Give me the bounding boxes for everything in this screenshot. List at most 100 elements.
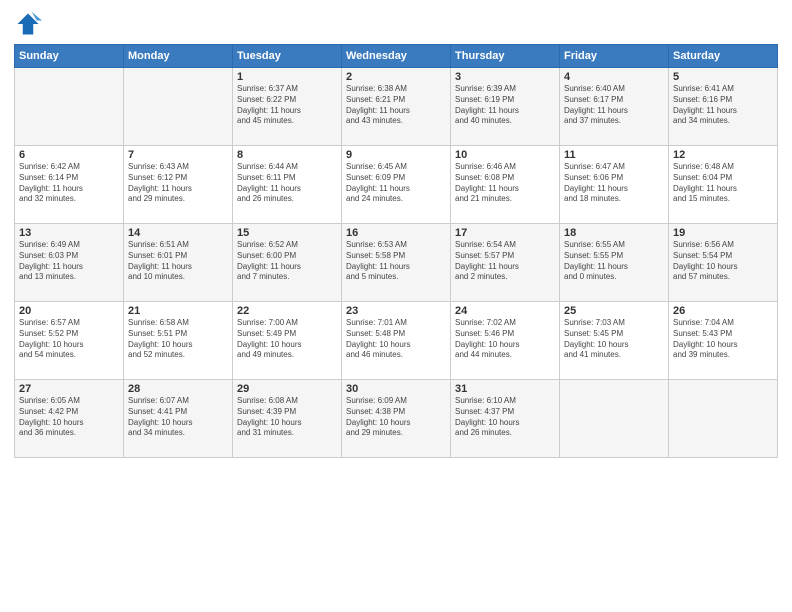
day-info: Sunrise: 6:38 AM Sunset: 6:21 PM Dayligh… <box>346 84 446 127</box>
calendar-cell: 7Sunrise: 6:43 AM Sunset: 6:12 PM Daylig… <box>124 146 233 224</box>
weekday-header-thursday: Thursday <box>451 45 560 68</box>
calendar-cell: 15Sunrise: 6:52 AM Sunset: 6:00 PM Dayli… <box>233 224 342 302</box>
calendar-cell: 17Sunrise: 6:54 AM Sunset: 5:57 PM Dayli… <box>451 224 560 302</box>
day-number: 29 <box>237 383 337 395</box>
day-number: 25 <box>564 305 664 317</box>
day-info: Sunrise: 6:09 AM Sunset: 4:38 PM Dayligh… <box>346 396 446 439</box>
day-info: Sunrise: 7:02 AM Sunset: 5:46 PM Dayligh… <box>455 318 555 361</box>
day-info: Sunrise: 6:58 AM Sunset: 5:51 PM Dayligh… <box>128 318 228 361</box>
day-info: Sunrise: 6:42 AM Sunset: 6:14 PM Dayligh… <box>19 162 119 205</box>
calendar-cell: 27Sunrise: 6:05 AM Sunset: 4:42 PM Dayli… <box>15 380 124 458</box>
day-number: 28 <box>128 383 228 395</box>
day-number: 20 <box>19 305 119 317</box>
day-number: 2 <box>346 71 446 83</box>
calendar-cell: 11Sunrise: 6:47 AM Sunset: 6:06 PM Dayli… <box>560 146 669 224</box>
calendar-cell: 30Sunrise: 6:09 AM Sunset: 4:38 PM Dayli… <box>342 380 451 458</box>
day-number: 21 <box>128 305 228 317</box>
calendar-cell: 1Sunrise: 6:37 AM Sunset: 6:22 PM Daylig… <box>233 68 342 146</box>
day-info: Sunrise: 6:57 AM Sunset: 5:52 PM Dayligh… <box>19 318 119 361</box>
day-number: 14 <box>128 227 228 239</box>
day-number: 19 <box>673 227 773 239</box>
calendar-cell <box>15 68 124 146</box>
weekday-header-saturday: Saturday <box>669 45 778 68</box>
day-number: 4 <box>564 71 664 83</box>
calendar-cell: 22Sunrise: 7:00 AM Sunset: 5:49 PM Dayli… <box>233 302 342 380</box>
day-info: Sunrise: 6:47 AM Sunset: 6:06 PM Dayligh… <box>564 162 664 205</box>
day-number: 31 <box>455 383 555 395</box>
header <box>14 10 778 38</box>
day-info: Sunrise: 6:43 AM Sunset: 6:12 PM Dayligh… <box>128 162 228 205</box>
day-info: Sunrise: 6:51 AM Sunset: 6:01 PM Dayligh… <box>128 240 228 283</box>
day-info: Sunrise: 6:53 AM Sunset: 5:58 PM Dayligh… <box>346 240 446 283</box>
day-info: Sunrise: 7:00 AM Sunset: 5:49 PM Dayligh… <box>237 318 337 361</box>
day-info: Sunrise: 6:56 AM Sunset: 5:54 PM Dayligh… <box>673 240 773 283</box>
weekday-header-tuesday: Tuesday <box>233 45 342 68</box>
day-info: Sunrise: 6:48 AM Sunset: 6:04 PM Dayligh… <box>673 162 773 205</box>
day-number: 5 <box>673 71 773 83</box>
week-row-4: 20Sunrise: 6:57 AM Sunset: 5:52 PM Dayli… <box>15 302 778 380</box>
calendar-cell: 19Sunrise: 6:56 AM Sunset: 5:54 PM Dayli… <box>669 224 778 302</box>
calendar-cell: 29Sunrise: 6:08 AM Sunset: 4:39 PM Dayli… <box>233 380 342 458</box>
calendar-cell: 2Sunrise: 6:38 AM Sunset: 6:21 PM Daylig… <box>342 68 451 146</box>
day-info: Sunrise: 6:41 AM Sunset: 6:16 PM Dayligh… <box>673 84 773 127</box>
calendar-cell: 20Sunrise: 6:57 AM Sunset: 5:52 PM Dayli… <box>15 302 124 380</box>
day-number: 26 <box>673 305 773 317</box>
day-number: 15 <box>237 227 337 239</box>
calendar-cell: 16Sunrise: 6:53 AM Sunset: 5:58 PM Dayli… <box>342 224 451 302</box>
day-number: 23 <box>346 305 446 317</box>
day-number: 22 <box>237 305 337 317</box>
calendar-cell <box>669 380 778 458</box>
week-row-2: 6Sunrise: 6:42 AM Sunset: 6:14 PM Daylig… <box>15 146 778 224</box>
day-info: Sunrise: 7:03 AM Sunset: 5:45 PM Dayligh… <box>564 318 664 361</box>
day-info: Sunrise: 6:40 AM Sunset: 6:17 PM Dayligh… <box>564 84 664 127</box>
day-info: Sunrise: 6:44 AM Sunset: 6:11 PM Dayligh… <box>237 162 337 205</box>
day-info: Sunrise: 6:54 AM Sunset: 5:57 PM Dayligh… <box>455 240 555 283</box>
day-number: 3 <box>455 71 555 83</box>
calendar-cell: 9Sunrise: 6:45 AM Sunset: 6:09 PM Daylig… <box>342 146 451 224</box>
weekday-header-row: SundayMondayTuesdayWednesdayThursdayFrid… <box>15 45 778 68</box>
calendar-cell: 25Sunrise: 7:03 AM Sunset: 5:45 PM Dayli… <box>560 302 669 380</box>
day-info: Sunrise: 7:04 AM Sunset: 5:43 PM Dayligh… <box>673 318 773 361</box>
calendar-cell <box>560 380 669 458</box>
calendar-cell: 5Sunrise: 6:41 AM Sunset: 6:16 PM Daylig… <box>669 68 778 146</box>
day-info: Sunrise: 6:55 AM Sunset: 5:55 PM Dayligh… <box>564 240 664 283</box>
calendar-cell: 6Sunrise: 6:42 AM Sunset: 6:14 PM Daylig… <box>15 146 124 224</box>
day-info: Sunrise: 6:05 AM Sunset: 4:42 PM Dayligh… <box>19 396 119 439</box>
calendar-cell <box>124 68 233 146</box>
calendar-cell: 12Sunrise: 6:48 AM Sunset: 6:04 PM Dayli… <box>669 146 778 224</box>
day-number: 8 <box>237 149 337 161</box>
day-info: Sunrise: 6:37 AM Sunset: 6:22 PM Dayligh… <box>237 84 337 127</box>
day-info: Sunrise: 6:49 AM Sunset: 6:03 PM Dayligh… <box>19 240 119 283</box>
day-number: 17 <box>455 227 555 239</box>
day-info: Sunrise: 6:52 AM Sunset: 6:00 PM Dayligh… <box>237 240 337 283</box>
weekday-header-friday: Friday <box>560 45 669 68</box>
day-number: 12 <box>673 149 773 161</box>
calendar-cell: 26Sunrise: 7:04 AM Sunset: 5:43 PM Dayli… <box>669 302 778 380</box>
day-number: 10 <box>455 149 555 161</box>
logo <box>14 10 46 38</box>
calendar-cell: 21Sunrise: 6:58 AM Sunset: 5:51 PM Dayli… <box>124 302 233 380</box>
week-row-5: 27Sunrise: 6:05 AM Sunset: 4:42 PM Dayli… <box>15 380 778 458</box>
day-number: 1 <box>237 71 337 83</box>
day-info: Sunrise: 6:46 AM Sunset: 6:08 PM Dayligh… <box>455 162 555 205</box>
calendar-cell: 13Sunrise: 6:49 AM Sunset: 6:03 PM Dayli… <box>15 224 124 302</box>
calendar-page: SundayMondayTuesdayWednesdayThursdayFrid… <box>0 0 792 612</box>
week-row-1: 1Sunrise: 6:37 AM Sunset: 6:22 PM Daylig… <box>15 68 778 146</box>
day-number: 27 <box>19 383 119 395</box>
day-info: Sunrise: 6:45 AM Sunset: 6:09 PM Dayligh… <box>346 162 446 205</box>
weekday-header-wednesday: Wednesday <box>342 45 451 68</box>
day-number: 18 <box>564 227 664 239</box>
weekday-header-sunday: Sunday <box>15 45 124 68</box>
day-number: 6 <box>19 149 119 161</box>
day-info: Sunrise: 6:08 AM Sunset: 4:39 PM Dayligh… <box>237 396 337 439</box>
day-number: 9 <box>346 149 446 161</box>
day-info: Sunrise: 6:10 AM Sunset: 4:37 PM Dayligh… <box>455 396 555 439</box>
calendar-cell: 8Sunrise: 6:44 AM Sunset: 6:11 PM Daylig… <box>233 146 342 224</box>
calendar-cell: 24Sunrise: 7:02 AM Sunset: 5:46 PM Dayli… <box>451 302 560 380</box>
weekday-header-monday: Monday <box>124 45 233 68</box>
calendar-cell: 31Sunrise: 6:10 AM Sunset: 4:37 PM Dayli… <box>451 380 560 458</box>
calendar-cell: 14Sunrise: 6:51 AM Sunset: 6:01 PM Dayli… <box>124 224 233 302</box>
day-number: 16 <box>346 227 446 239</box>
day-number: 13 <box>19 227 119 239</box>
logo-icon <box>14 10 42 38</box>
